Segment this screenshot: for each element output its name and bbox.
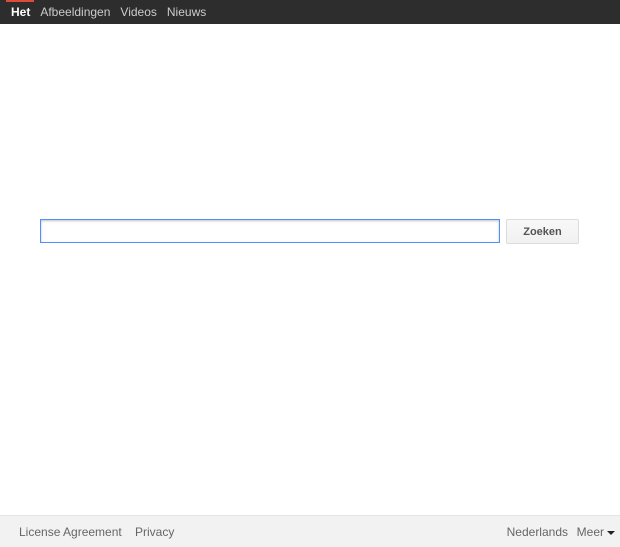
privacy-link[interactable]: Privacy	[135, 516, 174, 547]
more-menu-button[interactable]: Meer	[577, 516, 615, 547]
tab-nieuws[interactable]: Nieuws	[162, 0, 211, 24]
search-button[interactable]: Zoeken	[506, 219, 579, 244]
tab-videos[interactable]: Videos	[115, 0, 161, 24]
top-nav: Het Afbeeldingen Videos Nieuws	[0, 0, 211, 24]
tab-het[interactable]: Het	[0, 0, 35, 24]
caret-down-icon	[607, 530, 615, 535]
tab-afbeeldingen[interactable]: Afbeeldingen	[35, 0, 115, 24]
footer: License Agreement Privacy Nederlands Mee…	[0, 515, 620, 547]
more-label: Meer	[576, 525, 604, 539]
license-agreement-link[interactable]: License Agreement	[19, 516, 122, 547]
language-link[interactable]: Nederlands	[507, 516, 568, 547]
page: Het Afbeeldingen Videos Nieuws Zoeken Li…	[0, 0, 620, 547]
search-input[interactable]	[40, 219, 500, 243]
top-navigation-bar: Het Afbeeldingen Videos Nieuws	[0, 0, 620, 24]
